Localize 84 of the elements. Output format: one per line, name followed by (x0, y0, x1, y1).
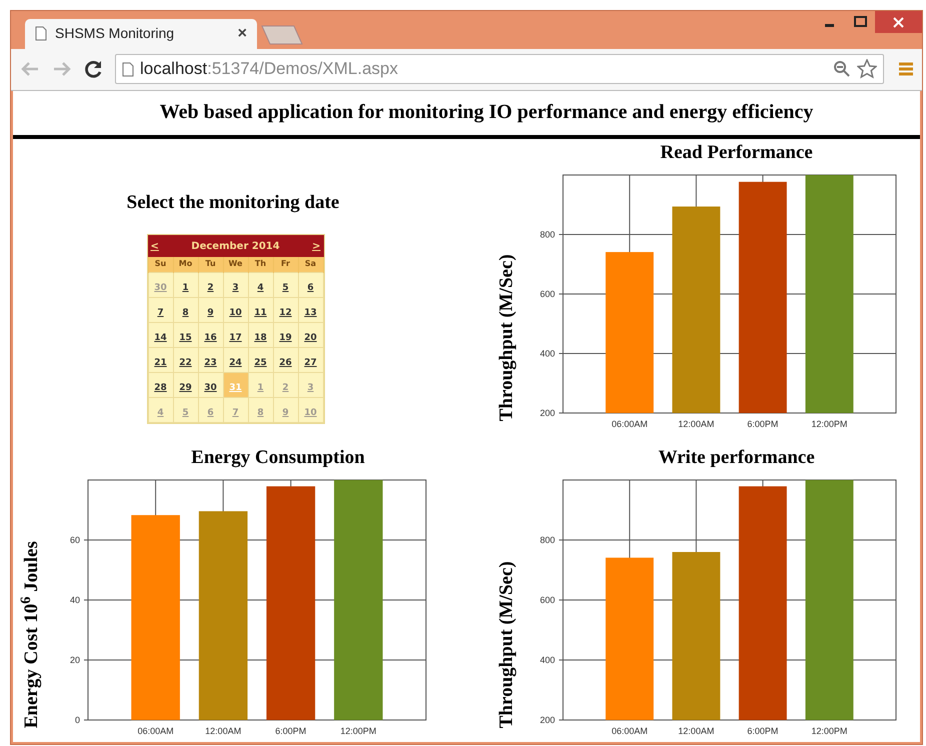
close-icon[interactable] (875, 11, 922, 33)
x-tick-label: 12:00PM (340, 726, 376, 736)
menu-icon[interactable] (898, 60, 914, 78)
y-tick-label: 0 (74, 715, 80, 725)
y-tick-label: 400 (540, 348, 555, 358)
x-tick-label: 12:00PM (811, 726, 848, 736)
zoom-icon[interactable] (833, 60, 851, 78)
x-tick-label: 12:00AM (678, 419, 714, 429)
day-cell[interactable]: 21 (148, 347, 173, 372)
month-title: December 2014 (191, 240, 280, 254)
url-path: :51374/Demos/XML.aspx (207, 59, 398, 78)
browser-tab[interactable]: SHSMS Monitoring × (25, 18, 257, 49)
weekday-label: We (228, 259, 242, 268)
day-cell[interactable]: 24 (223, 347, 248, 372)
day-cell[interactable]: 19 (273, 322, 298, 347)
day-cell[interactable]: 12 (273, 297, 298, 322)
day-cell[interactable]: 28 (148, 372, 173, 397)
address-bar[interactable]: localhost:51374/Demos/XML.aspx (115, 54, 884, 84)
day-cell[interactable]: 9 (198, 297, 223, 322)
y-tick-label: 600 (540, 595, 555, 605)
y-tick-label: 60 (70, 535, 80, 545)
calendar[interactable]: < December 2014 > Su Mo Tu We Th Fr Sa 30 1 2 3 4 5 6 7 8 9 10 11 12 13 14 15 16 17 18 19 20 21 22 23 24 25 26 27 28 29 30 31 1 2 3 4 5 6 7 8 9 10 (146, 234, 324, 424)
day-cell[interactable]: 30 (198, 372, 223, 397)
day-cell[interactable]: 7 (148, 297, 173, 322)
y-axis-label: Throughput (M/Sec) (494, 254, 518, 421)
next-month-link[interactable]: > (312, 238, 320, 254)
date-picker-title: Select the monitoring date (126, 190, 340, 214)
x-tick-label: 06:00AM (612, 419, 648, 429)
weekday-label: Th (254, 259, 266, 268)
day-cell[interactable]: 22 (173, 347, 198, 372)
day-cell[interactable]: 16 (198, 322, 223, 347)
x-tick-label: 06:00AM (138, 726, 174, 736)
day-cell[interactable]: 2 (198, 272, 223, 297)
day-cell[interactable]: 11 (248, 297, 273, 322)
day-cell[interactable]: 25 (248, 347, 273, 372)
y-tick-label: 600 (540, 289, 555, 299)
day-cell[interactable]: 13 (298, 297, 323, 322)
day-cell[interactable]: 14 (148, 322, 173, 347)
weekday-label: Tu (205, 259, 216, 268)
y-axis-label: Throughput (M/Sec) (494, 560, 518, 728)
page-icon (35, 26, 47, 42)
tab-title: SHSMS Monitoring (55, 24, 176, 44)
url-host: localhost (140, 59, 208, 78)
chart-title: Write performance (657, 446, 816, 470)
x-tick-label: 12:00AM (678, 726, 714, 736)
x-tick-label: 12:00AM (205, 726, 242, 736)
y-tick-label: 800 (540, 535, 555, 545)
day-cell[interactable]: 26 (273, 347, 298, 372)
day-cell[interactable]: 18 (248, 322, 273, 347)
day-cell[interactable]: 15 (173, 322, 198, 347)
chart-title: Energy Consumption (190, 446, 366, 470)
day-cell[interactable]: 20 (298, 322, 323, 347)
weekday-label: Su (154, 259, 166, 268)
day-cell[interactable]: 29 (173, 372, 198, 397)
day-cell[interactable]: 4 (248, 272, 273, 297)
x-tick-label: 12:00PM (811, 419, 848, 429)
weekday-label: Sa (304, 259, 316, 268)
day-cell[interactable]: 27 (298, 347, 323, 372)
x-tick-label: 6:00PM (747, 419, 778, 429)
chart-title: Read Performance (659, 140, 814, 164)
page-heading: Web based application for monitoring IO performance and energy efficiency (158, 100, 814, 124)
day-cell[interactable]: 23 (198, 347, 223, 372)
star-icon[interactable] (857, 59, 877, 80)
x-tick-label: 6:00PM (275, 726, 306, 736)
weekday-label: Mo (178, 259, 192, 268)
y-tick-label: 200 (540, 408, 555, 418)
y-tick-label: 400 (540, 655, 555, 665)
page-icon (122, 62, 134, 77)
day-cell[interactable]: 6 (298, 272, 323, 297)
x-tick-label: 6:00PM (747, 726, 778, 736)
day-cell[interactable]: 10 (223, 297, 248, 322)
day-cell[interactable]: 8 (173, 297, 198, 322)
x-tick-label: 06:00AM (612, 726, 648, 736)
y-tick-label: 40 (70, 595, 80, 605)
day-cell[interactable]: 5 (273, 272, 298, 297)
day-cell[interactable]: 3 (223, 272, 248, 297)
day-cell[interactable]: 17 (223, 322, 248, 347)
weekday-label: Fr (281, 259, 290, 268)
y-tick-label: 200 (540, 715, 555, 725)
previous-month-link[interactable]: < (150, 238, 159, 254)
y-tick-label: 20 (70, 655, 80, 665)
tab-close-button[interactable]: × (238, 22, 247, 46)
day-cell[interactable]: 1 (173, 272, 198, 297)
y-tick-label: 800 (540, 230, 555, 240)
